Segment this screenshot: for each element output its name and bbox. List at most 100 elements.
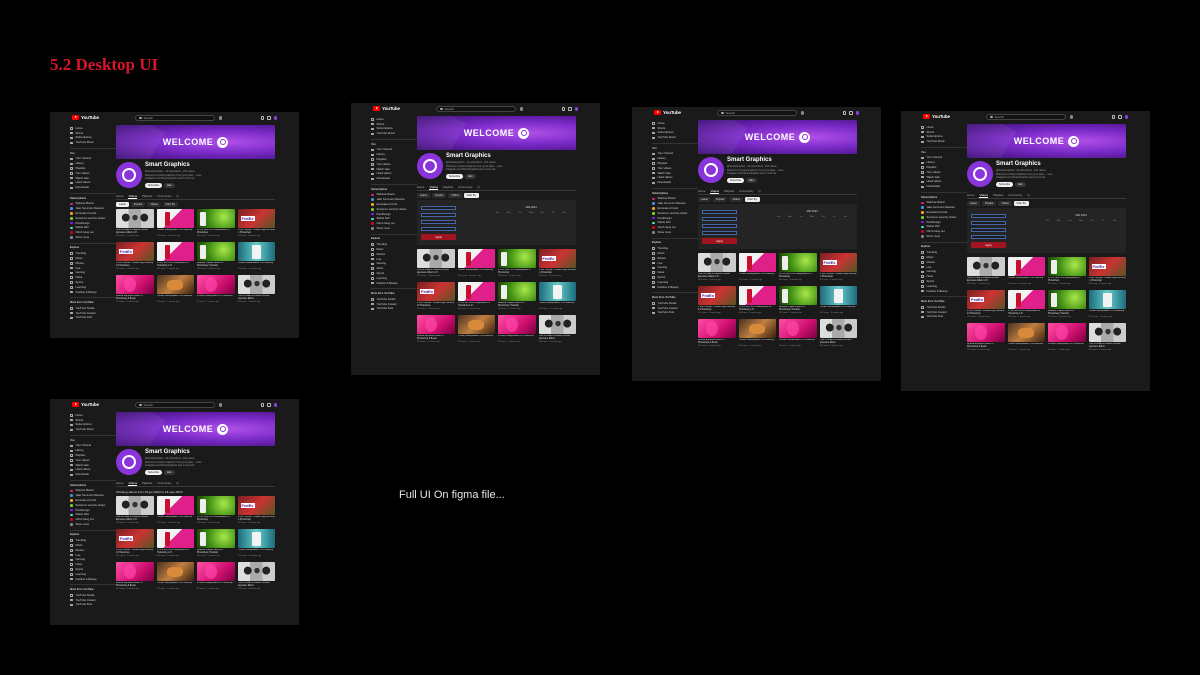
sidebar-item[interactable]: YouTube Kids [371, 306, 417, 311]
sort-chip[interactable]: Oldest [998, 201, 1012, 206]
video-card[interactable]: 1 min Tutorial - Create Logo Mockup in P… [237, 496, 275, 524]
notifications-icon[interactable] [568, 107, 572, 111]
video-card[interactable]: How to make a creative Double Exposure E… [237, 275, 275, 303]
mic-icon[interactable] [1070, 115, 1073, 119]
sort-chip[interactable]: Filter By [744, 197, 760, 202]
video-card[interactable]: Product Manipulation in Photoshop 223 vie… [156, 562, 194, 590]
video-thumbnail[interactable] [457, 249, 495, 268]
video-card[interactable]: Product Manipulation in Photoshop 1.1K vi… [1088, 290, 1126, 318]
video-card[interactable]: Product Manipulation in Photoshop 223 vie… [457, 315, 495, 343]
video-thumbnail[interactable] [967, 323, 1005, 342]
video-card[interactable]: Product Manipulation in Photoshop 1.1K vi… [237, 529, 275, 557]
video-thumbnail[interactable] [738, 319, 776, 338]
join-button[interactable]: Join [164, 470, 175, 475]
sidebar-item[interactable]: YouTube Music [70, 140, 116, 145]
subscribe-button[interactable]: Subscribe [145, 470, 163, 475]
video-thumbnail[interactable] [819, 253, 857, 272]
search-input[interactable]: Search [135, 115, 215, 121]
video-card[interactable]: How to make a creative Double Exposure E… [116, 496, 154, 524]
date-input[interactable] [421, 213, 456, 217]
sidebar-item[interactable]: Downloads [921, 184, 967, 189]
video-thumbnail[interactable] [116, 529, 154, 548]
video-card[interactable]: 1 min Tutorial - Create Logo Mockup in P… [1088, 257, 1126, 285]
video-thumbnail[interactable] [197, 496, 235, 515]
video-card[interactable]: 1 min Tutorial - Create Logo Mockup in P… [819, 253, 857, 281]
video-thumbnail[interactable] [116, 209, 154, 228]
sort-chip[interactable]: Popular [712, 197, 728, 202]
video-card[interactable]: Product Manipulation in Photoshop 1.1K vi… [156, 209, 194, 237]
video-card[interactable]: Double Exposure Effect in Photoshop & Be… [116, 275, 154, 303]
sidebar-item[interactable]: Downloads [371, 176, 417, 181]
video-thumbnail[interactable] [819, 319, 857, 338]
date-input[interactable] [421, 206, 456, 210]
apply-button[interactable]: Apply [421, 234, 456, 240]
sort-chip[interactable]: Oldest [729, 197, 743, 202]
video-card[interactable]: Product Manipulation in Photoshop 1.1K vi… [538, 282, 576, 310]
video-thumbnail[interactable] [779, 319, 817, 338]
video-thumbnail[interactable] [498, 249, 536, 268]
video-thumbnail[interactable] [538, 315, 576, 334]
video-thumbnail[interactable] [237, 496, 275, 515]
sort-chip[interactable]: Filter By [162, 202, 178, 207]
video-card[interactable]: 1 min Tutorial - Create Logo Mockup in P… [237, 209, 275, 237]
youtube-logo[interactable]: YouTube [72, 115, 99, 120]
video-thumbnail[interactable] [237, 562, 275, 581]
video-card[interactable]: Product Manipulation in Photoshop 95 view… [1048, 323, 1086, 351]
video-card[interactable]: 1-TOP MOTION manipulation in Photoshop 43… [197, 496, 235, 524]
notifications-icon[interactable] [849, 111, 853, 115]
video-thumbnail[interactable] [698, 286, 736, 305]
video-card[interactable]: Realistic Caption Effect in Photoshop (T… [498, 282, 536, 310]
video-card[interactable]: 1-TOP MOTION manipulation in Photoshop 43… [197, 209, 235, 237]
youtube-logo[interactable]: YouTube [373, 106, 400, 111]
join-button[interactable]: Join [1015, 182, 1026, 187]
video-thumbnail[interactable] [498, 315, 536, 334]
sidebar-item[interactable]: YouTube Kids [921, 314, 967, 319]
subscribe-button[interactable]: Subscribe [145, 183, 163, 188]
sidebar-item[interactable]: Fashion & Beauty [652, 285, 698, 290]
video-thumbnail[interactable] [967, 257, 1005, 276]
video-thumbnail[interactable] [1088, 257, 1126, 276]
video-card[interactable]: 1-TOP MOTION manipulation in Photoshop 43… [1048, 257, 1086, 285]
sidebar-item[interactable]: YouTube Kids [70, 315, 116, 320]
date-input[interactable] [702, 231, 737, 235]
date-input[interactable] [702, 217, 737, 221]
video-thumbnail[interactable] [1048, 257, 1086, 276]
sidebar-item[interactable]: YouTube Music [70, 427, 116, 432]
notifications-icon[interactable] [1118, 115, 1122, 119]
video-thumbnail[interactable] [967, 290, 1005, 309]
video-card[interactable]: Double Exposure Effect in Photoshop & Be… [417, 315, 455, 343]
video-card[interactable]: 1 min Tutorial - Create Logo Mockup in P… [538, 249, 576, 277]
video-thumbnail[interactable] [779, 286, 817, 305]
video-card[interactable]: How to make a creative Double Exposure E… [538, 315, 576, 343]
video-card[interactable]: Double Exposure Effect in Photoshop & Be… [967, 323, 1005, 351]
sort-chip[interactable]: Oldest [147, 202, 161, 207]
sort-chip[interactable]: Latest [698, 197, 711, 202]
sidebar-item[interactable]: Fashion & Beauty [921, 289, 967, 294]
video-thumbnail[interactable] [417, 249, 455, 268]
video-thumbnail[interactable] [156, 275, 194, 294]
video-card[interactable]: Product Manipulation in Photoshop 223 vie… [738, 319, 776, 347]
video-card[interactable]: 1-TOP MOTION manipulation in Photoshop 1… [156, 529, 194, 557]
account-avatar[interactable] [273, 403, 277, 407]
video-card[interactable]: Product Manipulation in Photoshop 1.1K vi… [1007, 257, 1045, 285]
sidebar-item[interactable]: Show more [652, 230, 698, 235]
sort-chip[interactable]: Latest [417, 193, 430, 198]
video-card[interactable]: 1 min Tutorial - Create Logo Mockup in P… [967, 290, 1005, 318]
video-card[interactable]: How to make a creative Double Exposure E… [116, 209, 154, 237]
video-thumbnail[interactable] [698, 319, 736, 338]
video-thumbnail[interactable] [237, 275, 275, 294]
video-thumbnail[interactable] [237, 529, 275, 548]
video-thumbnail[interactable] [417, 282, 455, 301]
create-icon[interactable] [842, 111, 846, 115]
notifications-icon[interactable] [267, 403, 271, 407]
video-thumbnail[interactable] [738, 286, 776, 305]
sidebar-item[interactable]: YouTube Kids [652, 310, 698, 315]
video-card[interactable]: 1-TOP MOTION manipulation in Photoshop 1… [156, 242, 194, 270]
date-input[interactable] [421, 220, 456, 224]
video-thumbnail[interactable] [738, 253, 776, 272]
video-thumbnail[interactable] [156, 562, 194, 581]
video-card[interactable]: Product Manipulation in Photoshop 95 view… [498, 315, 536, 343]
sort-chip[interactable]: Popular [130, 202, 146, 207]
video-thumbnail[interactable] [156, 242, 194, 261]
video-card[interactable]: Product Manipulation in Photoshop 223 vie… [156, 275, 194, 303]
